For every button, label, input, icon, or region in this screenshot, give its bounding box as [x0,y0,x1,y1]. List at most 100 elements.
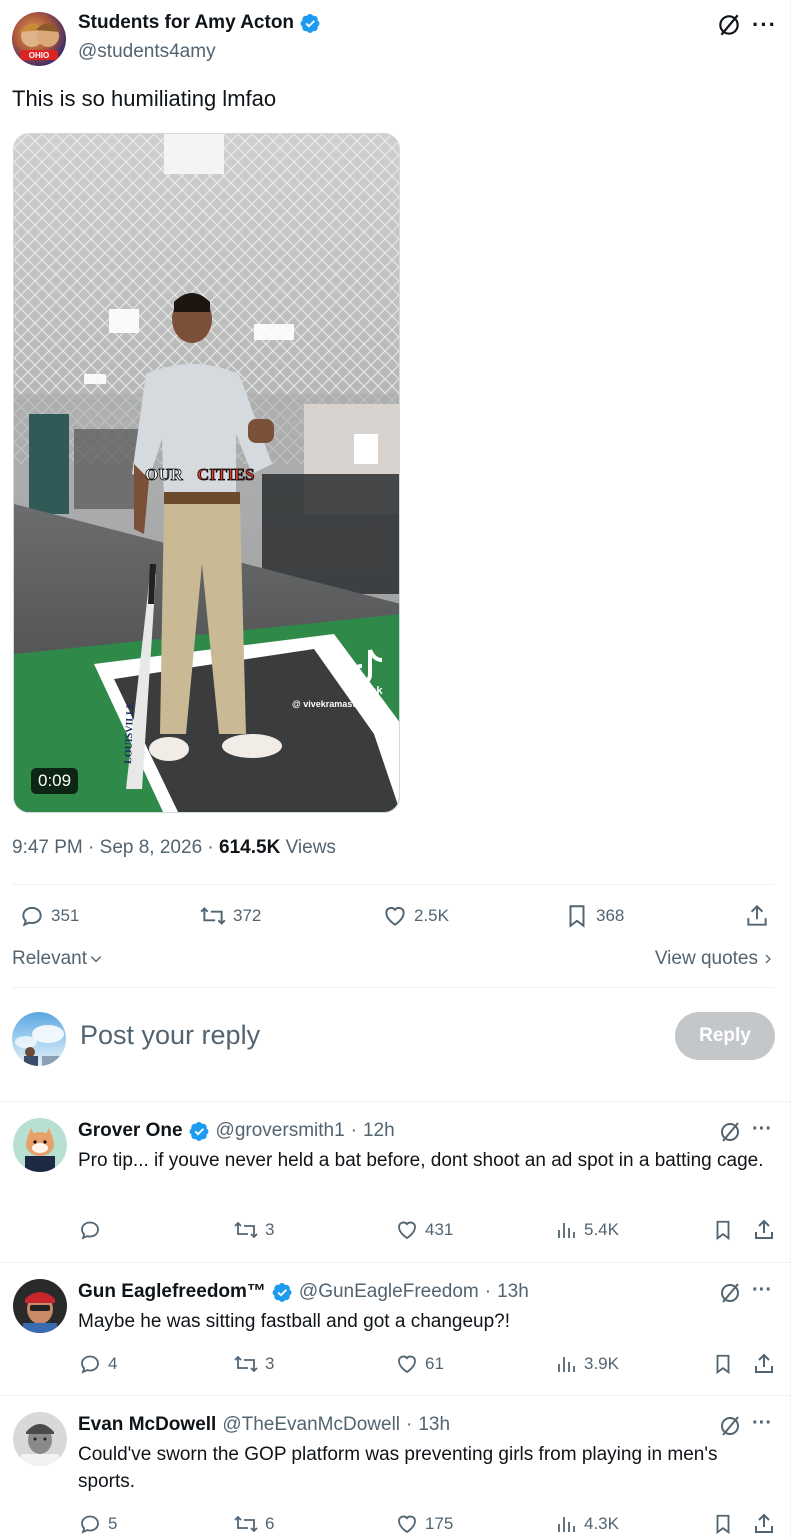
share-icon [747,904,767,926]
author-avatar[interactable]: OHIO [12,12,66,66]
video-caption-word-1: OUR [145,465,184,484]
reply-avatar[interactable] [13,1279,67,1333]
bookmark-button[interactable] [712,1512,734,1536]
repost-icon [234,1355,258,1373]
post-text: This is so humiliating lmfao [12,86,277,111]
bookmark-button[interactable]: 368 [564,903,624,929]
reply-avatar-art [23,1292,57,1333]
more-options-icon[interactable]: ··· [752,1279,772,1302]
views-count: 5.4K [584,1220,619,1239]
reply-count: 351 [51,906,80,925]
reply-author-handle[interactable]: @groversmith1 [216,1120,345,1142]
reply-avatar-art [25,1128,55,1172]
grok-icon[interactable] [718,1414,742,1438]
reply-input[interactable]: Post your reply [80,1020,260,1051]
chevron-down-icon [90,956,102,963]
views-button[interactable]: 3.9K [554,1352,619,1376]
reply-button[interactable]: 351 [19,903,79,929]
sort-label: Relevant [12,948,87,969]
repost-icon [234,1515,258,1533]
views-count: 614.5K [219,837,281,858]
reply-icon [81,1355,99,1374]
like-button[interactable]: 61 [395,1352,444,1376]
like-button[interactable]: 431 [395,1218,453,1242]
reply-icon [81,1515,99,1534]
reply-icon [22,906,42,927]
reply-author-handle[interactable]: @TheEvanMcDowell [222,1414,400,1436]
bookmark-button[interactable] [712,1352,734,1376]
bookmark-icon [569,905,585,928]
reply-submit-button[interactable]: Reply [675,1012,775,1060]
sort-replies-dropdown[interactable]: Relevant [12,948,103,970]
share-button[interactable] [752,1352,776,1376]
divider [0,1262,800,1263]
verified-badge-icon [189,1121,209,1141]
timestamp-separator: · [88,837,100,858]
divider [12,884,774,885]
chevron-right-icon [765,954,771,964]
divider [12,987,774,988]
reply-time[interactable]: 12h [363,1120,395,1142]
bat-text: LOUISVILLE [123,701,136,764]
author-name[interactable]: Students for Amy Acton [78,12,294,34]
like-button[interactable]: 175 [395,1512,453,1536]
reply-author-handle[interactable]: @GunEagleFreedom [299,1281,479,1303]
repost-button[interactable]: 372 [199,903,261,929]
reply-author-name[interactable]: Grover One [78,1120,183,1142]
share-button[interactable] [752,1512,776,1536]
reply-time[interactable]: 13h [418,1414,450,1436]
like-count: 431 [425,1220,454,1239]
heart-icon [398,1515,416,1534]
more-options-icon[interactable]: ··· [752,12,777,38]
current-user-avatar[interactable] [12,1012,66,1066]
reply-author-name[interactable]: Evan McDowell [78,1414,216,1436]
grok-icon[interactable] [718,1120,742,1144]
separator-dot: · [350,1120,357,1141]
views-button[interactable]: 4.3K [554,1512,619,1536]
views-count: 3.9K [584,1354,619,1373]
view-quotes-link[interactable]: View quotes [655,948,774,970]
reply-button[interactable] [78,1218,108,1242]
reply-avatar[interactable] [13,1412,67,1466]
verified-badge-icon [272,1282,292,1302]
repost-icon [200,907,226,925]
separator-dot: · [406,1414,413,1435]
repost-count: 372 [233,906,262,925]
reply-button[interactable]: 5 [78,1512,117,1536]
analytics-icon [558,1517,575,1532]
repost-button[interactable]: 3 [233,1352,274,1376]
grok-icon[interactable] [718,1281,742,1305]
views-button[interactable]: 5.4K [554,1218,619,1242]
reply-time[interactable]: 13h [497,1281,529,1303]
analytics-icon [558,1357,575,1372]
divider [0,1395,800,1396]
video-caption-word-2: CITIES [197,465,255,484]
reply-avatar[interactable] [13,1118,67,1172]
bookmark-button[interactable] [712,1218,734,1242]
video-frame: LOUISVILLE OUR CITIES TikTok @ vivekrama… [14,134,399,812]
author-handle[interactable]: @students4amy [78,41,216,63]
repost-icon [234,1221,258,1239]
share-icon [755,1219,773,1239]
scrollbar[interactable] [790,0,800,1537]
heart-icon [385,906,405,926]
reply-button[interactable]: 4 [78,1352,117,1376]
video-player[interactable]: LOUISVILLE OUR CITIES TikTok @ vivekrama… [13,133,400,813]
post-timestamp[interactable]: 9:47 PM · Sep 8, 2026 · 614.5K Views [12,837,336,859]
repost-button[interactable]: 6 [233,1512,274,1536]
reply-text: Could've sworn the GOP platform was prev… [78,1444,718,1492]
reply-count: 5 [108,1514,118,1533]
share-icon [755,1353,773,1373]
more-options-icon[interactable]: ··· [752,1118,772,1141]
repost-button[interactable]: 3 [233,1218,274,1242]
analytics-icon [558,1223,575,1238]
share-button[interactable] [752,1218,776,1242]
like-button[interactable]: 2.5K [382,903,449,929]
avatar-art: OHIO [20,23,60,60]
grok-icon[interactable] [716,12,742,38]
share-button[interactable] [744,903,770,929]
reply-avatar-art [21,1424,59,1466]
more-options-icon[interactable]: ··· [752,1412,772,1435]
bookmark-icon [716,1220,730,1241]
reply-author-name[interactable]: Gun Eaglefreedom™ [78,1281,266,1303]
